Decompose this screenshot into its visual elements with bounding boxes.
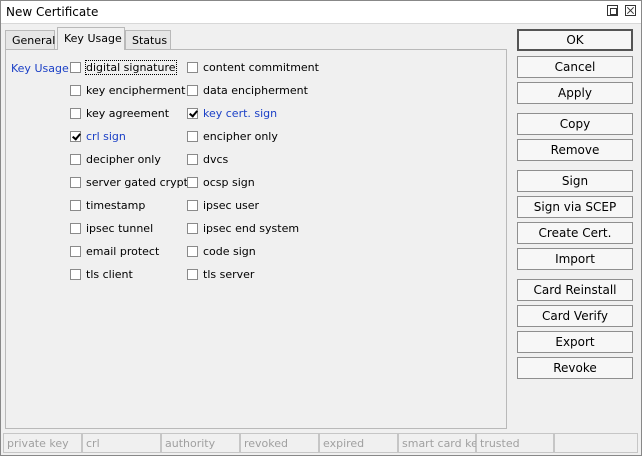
checkbox-label: data encipherment bbox=[203, 84, 308, 97]
checkbox-box[interactable] bbox=[187, 85, 198, 96]
checkbox-label: dvcs bbox=[203, 153, 229, 166]
checkbox-label: key encipherment bbox=[86, 84, 186, 97]
checkbox-box[interactable] bbox=[70, 223, 81, 234]
key-usage-label: Key Usage: bbox=[11, 62, 73, 75]
status-bar: private key crl authority revoked expire… bbox=[3, 433, 639, 453]
checkbox-label: email protect bbox=[86, 245, 160, 258]
sign-button[interactable]: Sign bbox=[517, 170, 633, 192]
checkbox-label: content commitment bbox=[203, 61, 319, 74]
checkbox-box[interactable] bbox=[70, 177, 81, 188]
checkbox-box[interactable] bbox=[70, 154, 81, 165]
cancel-button[interactable]: Cancel bbox=[517, 56, 633, 78]
revoke-button[interactable]: Revoke bbox=[517, 357, 633, 379]
checkbox-label: tls server bbox=[203, 268, 255, 281]
checkbox-box[interactable] bbox=[187, 154, 198, 165]
window-title: New Certificate bbox=[6, 5, 99, 19]
checkbox-box-checked[interactable] bbox=[187, 108, 198, 119]
ok-button[interactable]: OK bbox=[517, 29, 633, 51]
close-icon[interactable] bbox=[625, 5, 636, 16]
checkbox-label: key agreement bbox=[86, 107, 170, 120]
checkbox-box[interactable] bbox=[70, 85, 81, 96]
checkbox-label: digital signature bbox=[85, 60, 177, 75]
status-private-key: private key bbox=[3, 433, 82, 453]
status-smart-card-key: smart card key bbox=[398, 433, 484, 453]
checkbox-box[interactable] bbox=[187, 177, 198, 188]
sign-via-scep-button[interactable]: Sign via SCEP bbox=[517, 196, 633, 218]
key-usage-panel bbox=[5, 49, 507, 429]
checkbox-label: decipher only bbox=[86, 153, 161, 166]
status-authority: authority bbox=[161, 433, 240, 453]
checkbox-label: timestamp bbox=[86, 199, 146, 212]
card-verify-button[interactable]: Card Verify bbox=[517, 305, 633, 327]
checkbox-box[interactable] bbox=[187, 223, 198, 234]
checkbox-box[interactable] bbox=[70, 62, 81, 73]
new-certificate-window: New Certificate General Key Usage Status… bbox=[0, 0, 642, 456]
checkbox-label: key cert. sign bbox=[203, 107, 278, 120]
status-revoked: revoked bbox=[240, 433, 319, 453]
copy-button[interactable]: Copy bbox=[517, 113, 633, 135]
checkbox-label: crl sign bbox=[86, 130, 126, 143]
checkbox-label: tls client bbox=[86, 268, 133, 281]
checkbox-box[interactable] bbox=[187, 246, 198, 257]
checkbox-label: encipher only bbox=[203, 130, 278, 143]
checkbox-label: ipsec end system bbox=[203, 222, 300, 235]
apply-button[interactable]: Apply bbox=[517, 82, 633, 104]
import-button[interactable]: Import bbox=[517, 248, 633, 270]
checkbox-label: server gated crypto bbox=[86, 176, 195, 189]
tab-status[interactable]: Status bbox=[125, 30, 171, 49]
title-bar: New Certificate bbox=[1, 1, 641, 24]
checkbox-box[interactable] bbox=[187, 131, 198, 142]
tab-key-usage[interactable]: Key Usage bbox=[57, 27, 125, 50]
create-cert-request-button[interactable]: Create Cert. Request bbox=[517, 222, 633, 260]
checkbox-box[interactable] bbox=[70, 269, 81, 280]
checkbox-box-checked[interactable] bbox=[70, 131, 81, 142]
export-button[interactable]: Export bbox=[517, 331, 633, 353]
restore-icon[interactable] bbox=[607, 5, 618, 16]
checkbox-label: ipsec user bbox=[203, 199, 260, 212]
checkbox-box[interactable] bbox=[187, 200, 198, 211]
checkbox-label: ocsp sign bbox=[203, 176, 255, 189]
status-expired: expired bbox=[319, 433, 398, 453]
checkbox-box[interactable] bbox=[187, 269, 198, 280]
checkbox-box[interactable] bbox=[187, 62, 198, 73]
checkbox-box[interactable] bbox=[70, 246, 81, 257]
status-trusted: trusted bbox=[476, 433, 554, 453]
status-crl: crl bbox=[82, 433, 161, 453]
status-empty bbox=[554, 433, 638, 453]
checkbox-label: code sign bbox=[203, 245, 256, 258]
card-reinstall-button[interactable]: Card Reinstall bbox=[517, 279, 633, 301]
checkbox-label: ipsec tunnel bbox=[86, 222, 154, 235]
tab-general[interactable]: General bbox=[5, 30, 55, 49]
remove-button[interactable]: Remove bbox=[517, 139, 633, 161]
checkbox-box[interactable] bbox=[70, 200, 81, 211]
checkbox-box[interactable] bbox=[70, 108, 81, 119]
